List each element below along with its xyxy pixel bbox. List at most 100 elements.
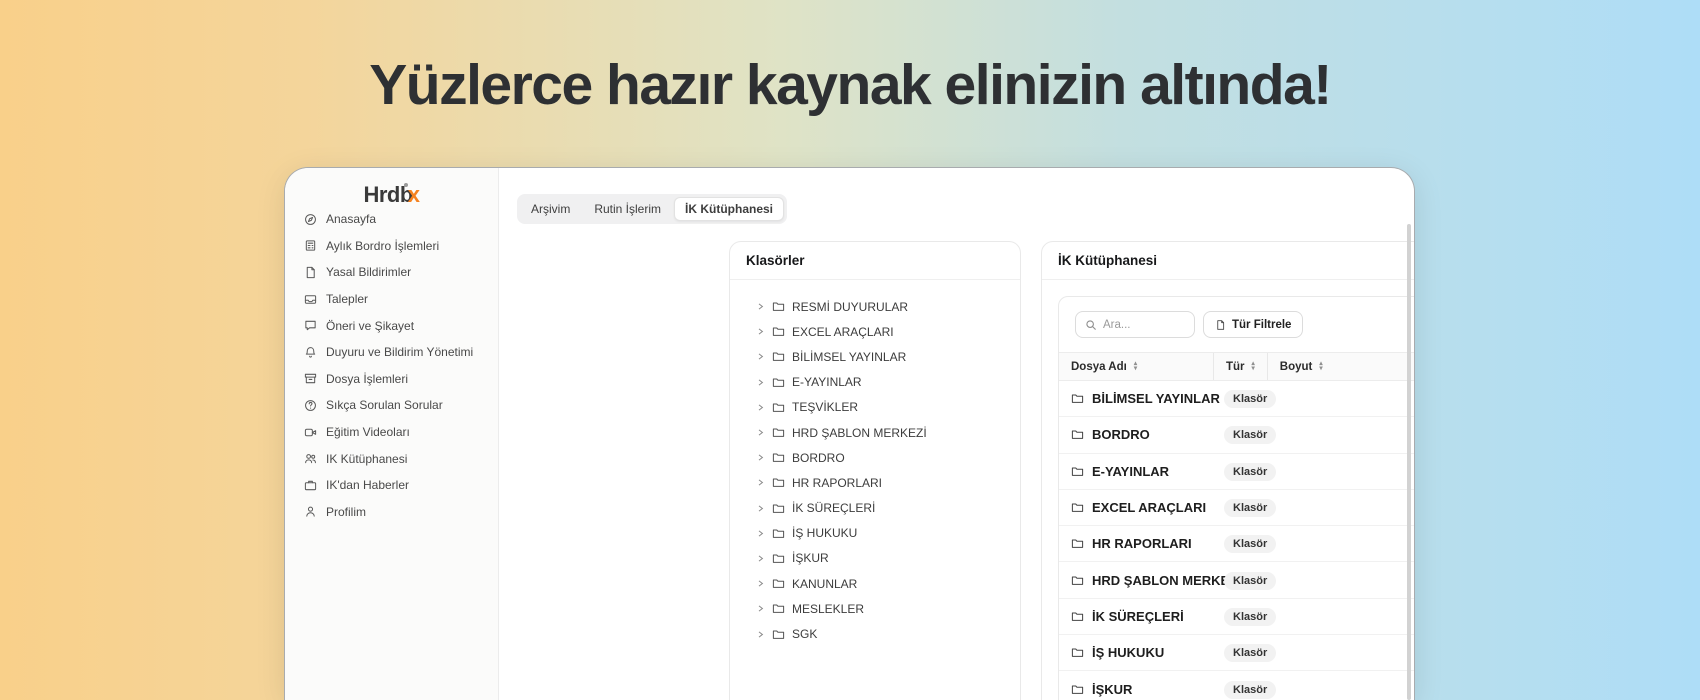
folder-tree-item[interactable]: İK SÜREÇLERİ <box>756 496 1010 521</box>
type-filter-button[interactable]: Tür Filtrele <box>1203 311 1304 338</box>
folder-tree-item[interactable]: RESMİ DUYURULAR <box>756 294 1010 319</box>
folder-icon <box>1071 648 1084 658</box>
chevron-right-icon[interactable] <box>756 504 765 513</box>
search-input[interactable] <box>1103 318 1183 331</box>
sidebar-menu-item[interactable]: Aylık Bordro İşlemleri <box>285 233 498 260</box>
folder-icon <box>772 403 785 412</box>
folder-tree-item[interactable]: İŞKUR <box>756 546 1010 571</box>
sidebar-menu-item[interactable]: Anasayfa <box>285 206 498 233</box>
table-row[interactable]: BİLİMSEL YAYINLAR Klasör <box>1059 381 1414 418</box>
folder-name: İŞKUR <box>792 551 829 566</box>
table-row[interactable]: İŞ HUKUKU Klasör <box>1059 635 1414 672</box>
file-icon <box>1217 319 1225 330</box>
chevron-right-icon[interactable] <box>756 428 765 437</box>
folder-tree-item[interactable]: HRD ŞABLON MERKEZİ <box>756 420 1010 445</box>
sidebar-menu-item-label: Duyuru ve Bildirim Yönetimi <box>326 345 474 360</box>
table-column-header[interactable]: Dosya Adı ▴ ▾ <box>1059 353 1214 380</box>
chevron-right-icon[interactable] <box>756 630 765 639</box>
sort-icon[interactable]: ▴ ▾ <box>1252 361 1255 371</box>
users-icon <box>305 454 316 464</box>
chevron-right-icon[interactable] <box>756 554 765 563</box>
sidebar-menu-item[interactable]: Talepler <box>285 286 498 313</box>
help-icon <box>305 400 316 411</box>
table-row[interactable]: HRD ŞABLON MERKEZİ Klasör <box>1059 562 1414 599</box>
type-badge: Klasör <box>1224 462 1277 481</box>
folder-tree-item[interactable]: E-YAYINLAR <box>756 370 1010 395</box>
folder-icon <box>772 629 785 639</box>
sidebar-menu-item[interactable]: Yasal Bildirimler <box>285 259 498 286</box>
folder-tree-item[interactable]: MESLEKLER <box>756 596 1010 621</box>
chevron-right-icon[interactable] <box>756 604 765 613</box>
folder-icon <box>772 428 785 437</box>
folder-icon <box>772 579 785 589</box>
sidebar-menu-item-label: Öneri ve Şikayet <box>326 318 415 333</box>
main-content: Arşivim Rutin İşlerim İK Kütüphanesi Kla… <box>499 168 1414 700</box>
column-label: Dosya Adı <box>1071 360 1127 373</box>
search-box[interactable] <box>1075 311 1195 338</box>
sidebar-menu-item[interactable]: IK'dan Haberler <box>285 472 498 499</box>
chevron-right-icon[interactable] <box>756 327 765 336</box>
folder-tree-item[interactable]: TEŞVİKLER <box>756 395 1010 420</box>
chevron-right-icon[interactable] <box>756 529 765 538</box>
folder-tree-item[interactable]: EXCEL ARAÇLARI <box>756 319 1010 344</box>
chevron-right-icon[interactable] <box>756 403 765 412</box>
folder-name: BORDRO <box>792 450 845 465</box>
sort-icon[interactable]: ▴ ▾ <box>1319 361 1322 371</box>
folder-icon <box>772 554 785 563</box>
file-name: HR RAPORLARI <box>1092 536 1192 552</box>
sidebar-menu-item[interactable]: Profilim <box>285 499 498 526</box>
table-row[interactable]: İK SÜREÇLERİ Klasör <box>1059 599 1414 636</box>
sidebar-menu-item[interactable]: Duyuru ve Bildirim Yönetimi <box>285 339 498 366</box>
chevron-right-icon[interactable] <box>756 453 765 462</box>
sidebar-menu-item[interactable]: IK Kütüphanesi <box>285 445 498 472</box>
archive-icon <box>304 374 317 384</box>
chevron-right-icon[interactable] <box>756 478 765 487</box>
folder-tree-item[interactable]: BİLİMSEL YAYINLAR <box>756 344 1010 369</box>
file-name: İK SÜREÇLERİ <box>1092 608 1184 624</box>
tab-label: Rutin İşlerim <box>594 202 662 216</box>
app-window: Hrdbx Anasayfa Aylık Bordro İşlemleri Ya… <box>284 167 1415 700</box>
chevron-right-icon[interactable] <box>756 579 765 588</box>
sidebar-menu-item[interactable]: Sıkça Sorulan Sorular <box>285 392 498 419</box>
table-row[interactable]: HR RAPORLARI Klasör <box>1059 526 1414 563</box>
folder-tree-item[interactable]: SGK <box>756 621 1010 646</box>
library-table-body: BİLİMSEL YAYINLAR Klasör BORDRO Klasör E… <box>1059 381 1414 700</box>
sidebar-menu-item-label: Talepler <box>326 292 369 307</box>
sidebar-menu-item[interactable]: Öneri ve Şikayet <box>285 312 498 339</box>
table-row[interactable]: İŞKUR Klasör <box>1059 671 1414 700</box>
sidebar-menu-item[interactable]: Dosya İşlemleri <box>285 366 498 393</box>
tab-label: Arşivim <box>531 202 571 216</box>
library-panel: İK Kütüphanesi Tür Filtrele <box>1041 241 1414 700</box>
folder-name: İK SÜREÇLERİ <box>792 501 876 516</box>
file-name: İŞKUR <box>1092 681 1133 697</box>
folder-tree-item[interactable]: KANUNLAR <box>756 571 1010 596</box>
file-name: E-YAYINLAR <box>1092 463 1170 479</box>
type-badge: Klasör <box>1224 426 1277 445</box>
sort-icon[interactable]: ▴ ▾ <box>1134 361 1137 371</box>
table-column-header[interactable]: Boyut ▴ ▾ <box>1268 353 1414 380</box>
file-name: BİLİMSEL YAYINLAR <box>1092 391 1220 407</box>
tab[interactable]: İK Kütüphanesi <box>674 197 785 221</box>
sidebar-menu-item-label: Aylık Bordro İşlemleri <box>326 238 440 253</box>
folder-tree-item[interactable]: İŞ HUKUKU <box>756 521 1010 546</box>
logo-accent: x <box>407 182 420 207</box>
table-column-header[interactable]: Tür ▴ ▾ <box>1214 353 1268 380</box>
folder-tree-item[interactable]: BORDRO <box>756 445 1010 470</box>
chevron-right-icon[interactable] <box>756 302 765 311</box>
column-label: Tür <box>1226 360 1245 373</box>
folder-name: SGK <box>792 627 818 642</box>
chevron-right-icon[interactable] <box>756 352 765 361</box>
sidebar-menu-item[interactable]: Eğitim Videoları <box>285 419 498 446</box>
table-row[interactable]: E-YAYINLAR Klasör <box>1059 454 1414 490</box>
bell-icon <box>305 346 316 358</box>
window-scrollbar[interactable] <box>1407 224 1411 700</box>
tab[interactable]: Arşivim <box>520 197 581 221</box>
library-toolbar: Tür Filtrele <box>1075 311 1414 338</box>
briefcase-icon <box>304 480 317 490</box>
table-row[interactable]: BORDRO Klasör <box>1059 417 1414 454</box>
folder-name: BİLİMSEL YAYINLAR <box>792 349 907 364</box>
table-row[interactable]: EXCEL ARAÇLARI Klasör <box>1059 490 1414 527</box>
folder-tree-item[interactable]: HR RAPORLARI <box>756 470 1010 495</box>
tab[interactable]: Rutin İşlerim <box>583 197 672 221</box>
chevron-right-icon[interactable] <box>756 378 765 387</box>
